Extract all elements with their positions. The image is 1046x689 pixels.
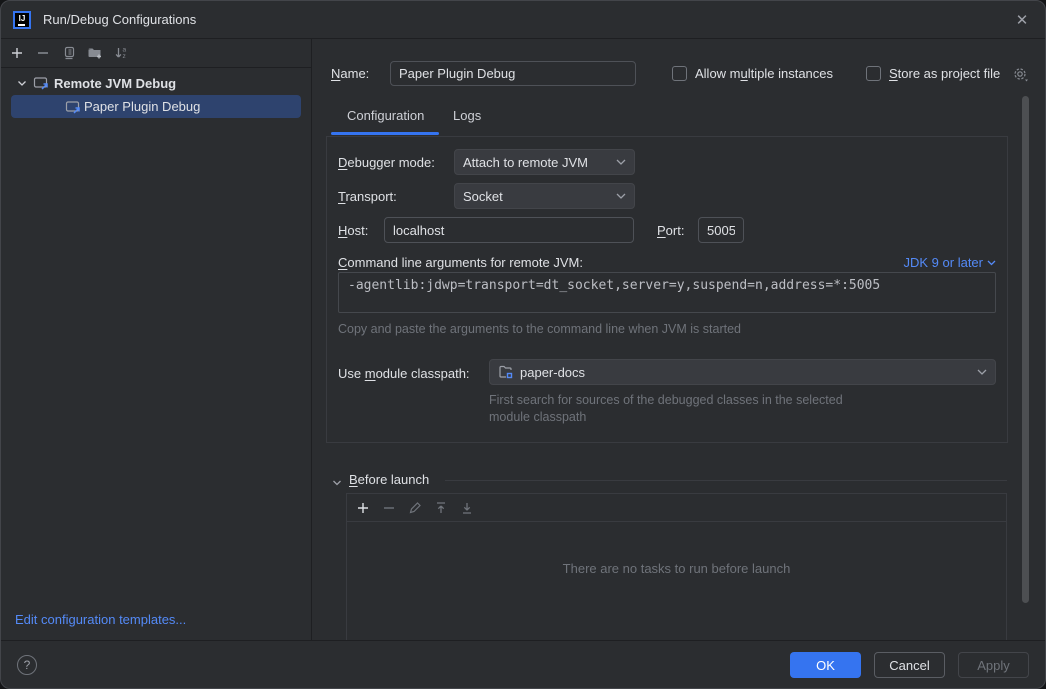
- configurations-sidebar: az Remote JVM Debug Paper Plugin Debug E…: [1, 39, 312, 640]
- add-icon[interactable]: [355, 500, 371, 516]
- port-label: Port:: [657, 223, 684, 238]
- tree-item-label: Paper Plugin Debug: [84, 99, 200, 114]
- remote-debug-config-icon: [65, 99, 82, 115]
- module-icon: [498, 364, 514, 380]
- dialog-footer: ? OK Cancel Apply: [1, 640, 1045, 688]
- tree-item-paper-plugin-debug[interactable]: Paper Plugin Debug: [11, 95, 301, 118]
- title-bar: IJ Run/Debug Configurations ✕: [1, 1, 1045, 39]
- module-classpath-select[interactable]: paper-docs: [489, 359, 996, 385]
- store-as-project-file-label: Store as project file: [889, 66, 1000, 81]
- debugger-mode-select[interactable]: Attach to remote JVM: [454, 149, 635, 175]
- module-classpath-value: paper-docs: [520, 365, 585, 380]
- jdk-version-value: JDK 9 or later: [904, 255, 983, 270]
- transport-value: Socket: [463, 189, 503, 204]
- edit-icon[interactable]: [407, 500, 423, 516]
- checkbox-icon[interactable]: [672, 66, 687, 81]
- move-down-icon[interactable]: [459, 500, 475, 516]
- before-launch-divider: [445, 480, 1007, 481]
- vertical-scrollbar[interactable]: [1022, 96, 1029, 603]
- debugger-mode-value: Attach to remote JVM: [463, 155, 588, 170]
- allow-multiple-instances-label: Allow multiple instances: [695, 66, 833, 81]
- jdk-version-selector[interactable]: JDK 9 or later: [904, 255, 996, 270]
- before-launch-panel: There are no tasks to run before launch: [346, 493, 1007, 641]
- chevron-down-icon: [987, 260, 996, 266]
- copy-icon[interactable]: [61, 45, 77, 61]
- dialog-buttons: OK Cancel Apply: [790, 652, 1029, 678]
- before-launch-toolbar: [347, 494, 1006, 522]
- close-icon[interactable]: ✕: [1011, 9, 1033, 31]
- chevron-down-icon: [616, 159, 626, 165]
- apply-button[interactable]: Apply: [958, 652, 1029, 678]
- store-as-project-file-checkbox[interactable]: Store as project file: [866, 66, 1000, 81]
- configuration-editor: Name: Allow multiple instances Store as …: [313, 39, 1046, 640]
- configuration-form-panel: Debugger mode: Attach to remote JVM Tran…: [326, 136, 1008, 443]
- checkbox-icon[interactable]: [866, 66, 881, 81]
- cancel-button[interactable]: Cancel: [874, 652, 945, 678]
- command-line-arguments-field[interactable]: -agentlib:jdwp=transport=dt_socket,serve…: [338, 272, 996, 313]
- allow-multiple-instances-checkbox[interactable]: Allow multiple instances: [672, 66, 833, 81]
- use-module-classpath-label: Use module classpath:: [338, 366, 470, 381]
- before-launch-collapse-icon[interactable]: [330, 476, 344, 490]
- before-launch-label: Before launch: [349, 472, 429, 487]
- new-folder-icon[interactable]: [87, 45, 103, 61]
- command-line-hint: Copy and paste the arguments to the comm…: [338, 322, 741, 336]
- transport-label: Transport:: [338, 189, 397, 204]
- name-label: Name:: [331, 66, 369, 81]
- intellij-logo-icon: IJ: [13, 11, 31, 29]
- window-title: Run/Debug Configurations: [43, 12, 196, 27]
- run-debug-configurations-dialog: IJ Run/Debug Configurations ✕ az: [0, 0, 1046, 689]
- module-classpath-hint: First search for sources of the debugged…: [489, 392, 843, 426]
- tree-group-label: Remote JVM Debug: [54, 76, 176, 91]
- tree-group-remote-jvm-debug[interactable]: Remote JVM Debug: [1, 72, 311, 94]
- port-input[interactable]: [698, 217, 744, 243]
- command-line-arguments-label: Command line arguments for remote JVM:: [338, 255, 583, 270]
- edit-configuration-templates-link[interactable]: Edit configuration templates...: [15, 612, 186, 627]
- help-button[interactable]: ?: [17, 655, 37, 675]
- remove-icon[interactable]: [381, 500, 397, 516]
- remote-debug-config-icon: [33, 75, 50, 91]
- tab-logs[interactable]: Logs: [453, 108, 481, 123]
- name-input[interactable]: [390, 61, 636, 86]
- chevron-down-icon[interactable]: [15, 76, 29, 90]
- chevron-down-icon: [616, 193, 626, 199]
- tab-configuration[interactable]: Configuration: [347, 108, 424, 123]
- remove-icon[interactable]: [35, 45, 51, 61]
- gear-icon[interactable]: [1012, 66, 1030, 82]
- transport-select[interactable]: Socket: [454, 183, 635, 209]
- ok-button[interactable]: OK: [790, 652, 861, 678]
- debugger-mode-label: Debugger mode:: [338, 155, 435, 170]
- sidebar-toolbar: az: [1, 39, 311, 68]
- add-icon[interactable]: [9, 45, 25, 61]
- sort-alphabetically-icon[interactable]: az: [113, 45, 129, 61]
- chevron-down-icon: [977, 369, 987, 375]
- svg-text:z: z: [123, 53, 126, 60]
- host-input[interactable]: [384, 217, 634, 243]
- move-up-icon[interactable]: [433, 500, 449, 516]
- before-launch-empty-text: There are no tasks to run before launch: [347, 561, 1006, 576]
- configurations-tree: Remote JVM Debug Paper Plugin Debug: [1, 68, 311, 118]
- active-tab-indicator: [331, 132, 439, 135]
- host-label: Host:: [338, 223, 368, 238]
